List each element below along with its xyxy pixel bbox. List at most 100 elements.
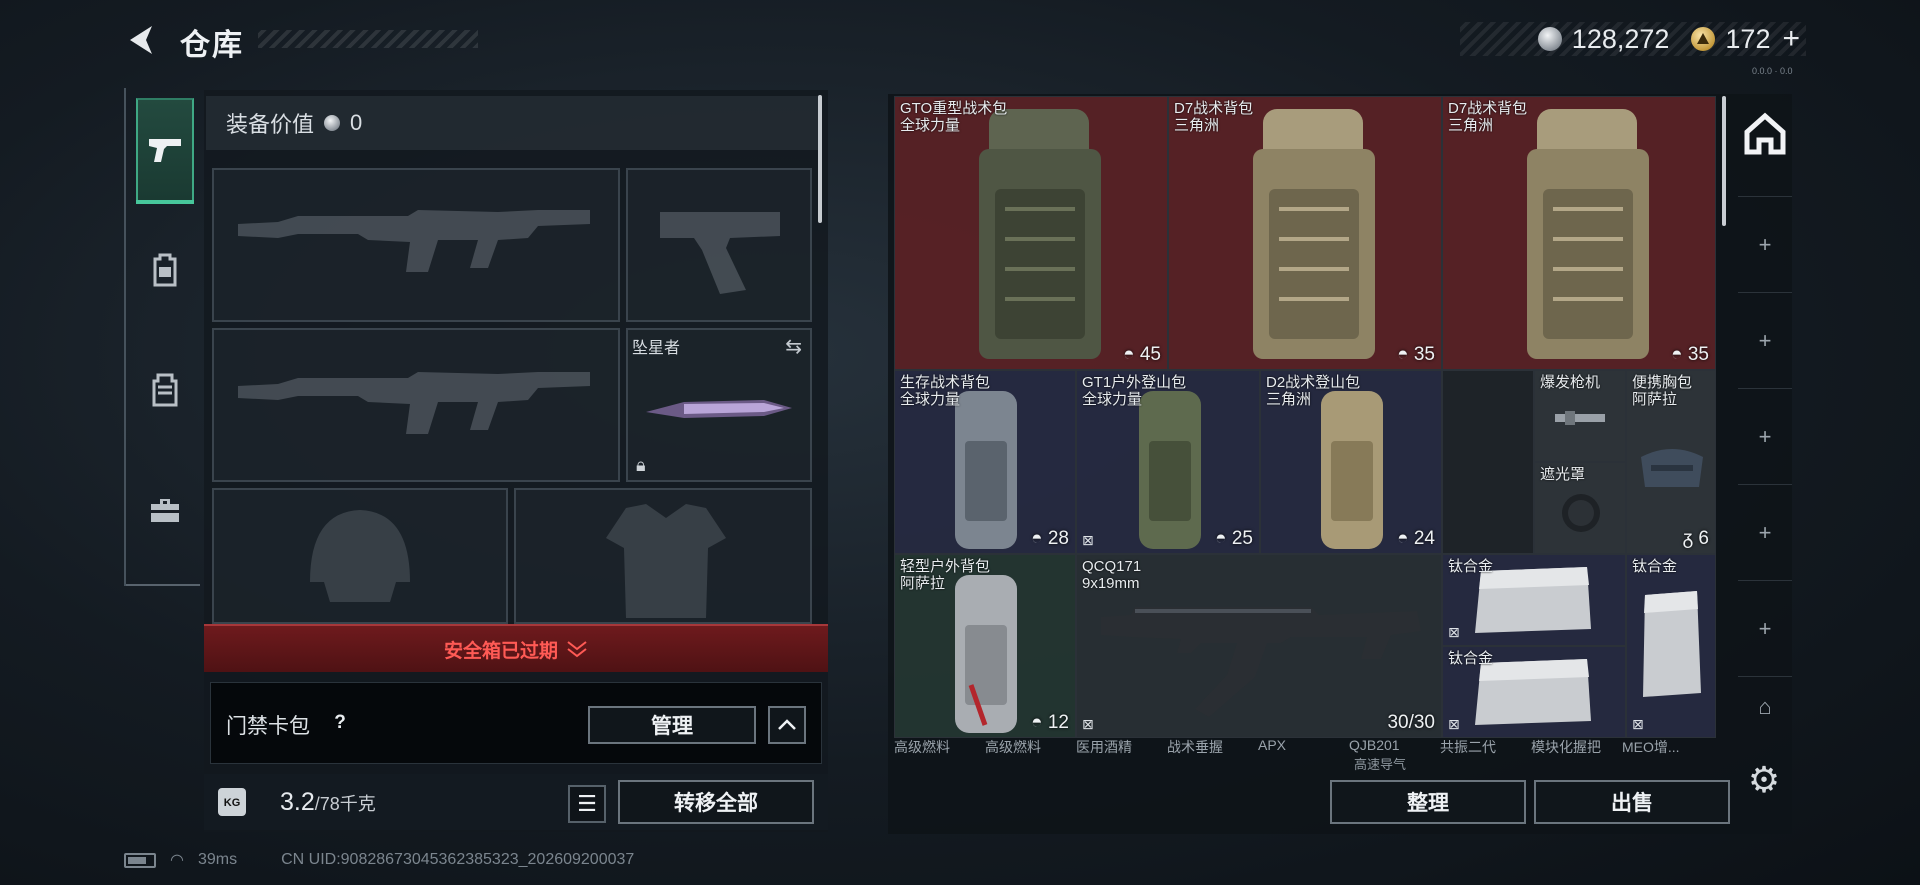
- storage-scrollbar[interactable]: [1722, 96, 1726, 226]
- backpack-icon: [153, 253, 177, 287]
- pistol-icon: [149, 139, 181, 162]
- storage-item[interactable]: GTO重型战术包 全球力量 ◓ 45: [894, 96, 1168, 370]
- rifle-silhouette-icon: [238, 210, 590, 272]
- collapse-button[interactable]: [768, 706, 806, 744]
- tactical-backpack-icon: [1527, 109, 1649, 359]
- ping-value: 39ms: [197, 851, 238, 868]
- gear-icon[interactable]: ⚙: [1744, 760, 1784, 800]
- battery-icon: [124, 852, 156, 868]
- add-storage-button[interactable]: +: [1738, 292, 1792, 388]
- knife-item-icon: [646, 400, 792, 418]
- storage-item-label[interactable]: 模块化握把: [1531, 737, 1622, 767]
- capacity-value: 25: [1231, 528, 1253, 549]
- add-storage-button[interactable]: +: [1738, 196, 1792, 292]
- tab-backpack[interactable]: [136, 218, 194, 322]
- storage-item-label[interactable]: 高级燃料: [985, 737, 1076, 767]
- add-currency-button[interactable]: +: [1782, 22, 1800, 56]
- equipment-scrollbar[interactable]: [818, 95, 822, 223]
- manage-button[interactable]: 管理: [588, 706, 756, 744]
- item-name: 爆发枪机: [1540, 374, 1601, 391]
- survival-backpack-icon: [955, 391, 1017, 549]
- capacity-value: 28: [1047, 528, 1069, 549]
- climbing-backpack-icon: [1321, 391, 1383, 549]
- no-insurance-icon: ⊠: [1448, 716, 1460, 732]
- warehouse-home-icon[interactable]: [1738, 112, 1792, 182]
- add-storage-button[interactable]: +: [1738, 580, 1792, 676]
- storage-item[interactable]: 便携胸包 阿萨拉 ᵹ 6: [1626, 370, 1716, 554]
- no-insurance-icon: ⊠: [1082, 716, 1094, 732]
- tab-vest[interactable]: [136, 338, 194, 442]
- storage-item[interactable]: D2战术登山包 三角洲 ◓ 24: [1260, 370, 1442, 554]
- storage-item[interactable]: GT1户外登山包 全球力量 ◓ 25 ⊠: [1076, 370, 1260, 554]
- storage-item[interactable]: D7战术背包 三角洲 ◓ 35: [1442, 96, 1716, 370]
- list-view-icon[interactable]: ☰: [568, 785, 606, 823]
- carry-weight-max: /78千克: [314, 794, 376, 814]
- helmet-slot[interactable]: [212, 488, 508, 624]
- tab-weapons[interactable]: [136, 98, 194, 204]
- tab-toolbox[interactable]: [136, 458, 194, 562]
- storage-item[interactable]: 钛合金 ⊠: [1442, 554, 1626, 646]
- toolbox-icon: [151, 499, 179, 522]
- status-bar: ◠ 39ms CN UID:9082867304536238532​3_2026…: [124, 850, 634, 870]
- storage-item[interactable]: 轻型户外背包 阿萨拉 ◓ 12: [894, 554, 1076, 738]
- item-name: D2战术登山包 三角洲: [1266, 374, 1361, 408]
- add-storage-button[interactable]: +: [1738, 484, 1792, 580]
- back-arrow-icon[interactable]: [124, 22, 160, 58]
- storage-slot-indicator[interactable]: ⌂: [1738, 676, 1792, 736]
- equipment-value-label: 装备价值: [226, 112, 315, 137]
- titanium-plate-icon: [1475, 659, 1591, 725]
- transfer-all-button[interactable]: 转移全部: [618, 780, 814, 824]
- sidearm-slot[interactable]: [626, 168, 812, 322]
- swap-icon[interactable]: ⇆: [785, 334, 802, 359]
- chevron-down-icon: [567, 641, 587, 658]
- add-storage-button[interactable]: +: [1738, 388, 1792, 484]
- card-pack-label: 门禁卡包: [226, 715, 310, 738]
- page-title: 仓库: [180, 29, 244, 62]
- left-tab-bar: [124, 88, 200, 586]
- titanium-plate-icon: [1643, 591, 1701, 697]
- item-name: GTO重型战术包 全球力量: [900, 100, 1008, 134]
- capacity-value: 35: [1687, 344, 1709, 365]
- storage-item[interactable]: 爆发枪机: [1534, 370, 1626, 462]
- organize-button[interactable]: 整理: [1330, 780, 1526, 824]
- chest-bag-icon: [1641, 449, 1703, 487]
- capacity-value: 6: [1698, 528, 1709, 549]
- item-capacity: ◓ 45: [1123, 344, 1161, 365]
- sell-button[interactable]: 出售: [1534, 780, 1730, 824]
- empty-storage-cell[interactable]: [1442, 370, 1534, 554]
- storage-item[interactable]: 钛合金 ⊠: [1626, 554, 1716, 738]
- no-insurance-icon: ⊠: [1448, 624, 1460, 640]
- helmet-silhouette-icon: [310, 510, 410, 602]
- storage-item[interactable]: QCQ171 9x19mm 30/30 ⊠: [1076, 554, 1442, 738]
- storage-item-label[interactable]: 共振二代: [1440, 737, 1531, 767]
- armor-slot[interactable]: [514, 488, 812, 624]
- secondary-weapon-slot[interactable]: [212, 328, 620, 482]
- silver-balance: 128,272: [1571, 23, 1670, 54]
- tactical-backpack-icon: [1253, 109, 1375, 359]
- help-icon[interactable]: ?: [326, 709, 354, 737]
- silver-coin-icon: [1537, 27, 1562, 51]
- storage-item-label[interactable]: APX: [1258, 737, 1349, 767]
- primary-weapon-slot[interactable]: [212, 168, 620, 322]
- wifi-icon: ◠: [170, 852, 184, 869]
- safe-box-expired-bar[interactable]: 安全箱已过期: [204, 624, 828, 672]
- smg-item-icon: [1101, 607, 1421, 717]
- storage-item-label[interactable]: 战术垂握: [1167, 737, 1258, 767]
- item-name: 遮光罩: [1540, 466, 1586, 483]
- user-uid: CN UID:9082867304536238532​3_20260920003…: [281, 851, 635, 868]
- melee-slot[interactable]: 坠星者 ⇆ 🔒︎: [626, 328, 812, 482]
- item-capacity: ◓ 25: [1215, 528, 1253, 549]
- storage-item[interactable]: 钛合金 ⊠: [1442, 646, 1626, 738]
- storage-item-label[interactable]: 医用酒精: [1076, 737, 1167, 767]
- storage-item[interactable]: D7战术背包 三角洲 ◓ 35: [1168, 96, 1442, 370]
- storage-item[interactable]: 生存战术背包 全球力量 ◓ 28: [894, 370, 1076, 554]
- item-ammo: 30/30: [1387, 712, 1435, 733]
- capacity-value: 45: [1139, 344, 1161, 365]
- item-name: 钛合金: [1448, 558, 1494, 575]
- capacity-value: 12: [1047, 712, 1069, 733]
- no-insurance-icon: ⊠: [1082, 532, 1094, 548]
- storage-item-label[interactable]: 高级燃料: [894, 737, 985, 767]
- gold-balance: 172: [1725, 23, 1771, 54]
- storage-item-label[interactable]: MEO增...: [1622, 737, 1713, 767]
- storage-item[interactable]: 遮光罩: [1534, 462, 1626, 554]
